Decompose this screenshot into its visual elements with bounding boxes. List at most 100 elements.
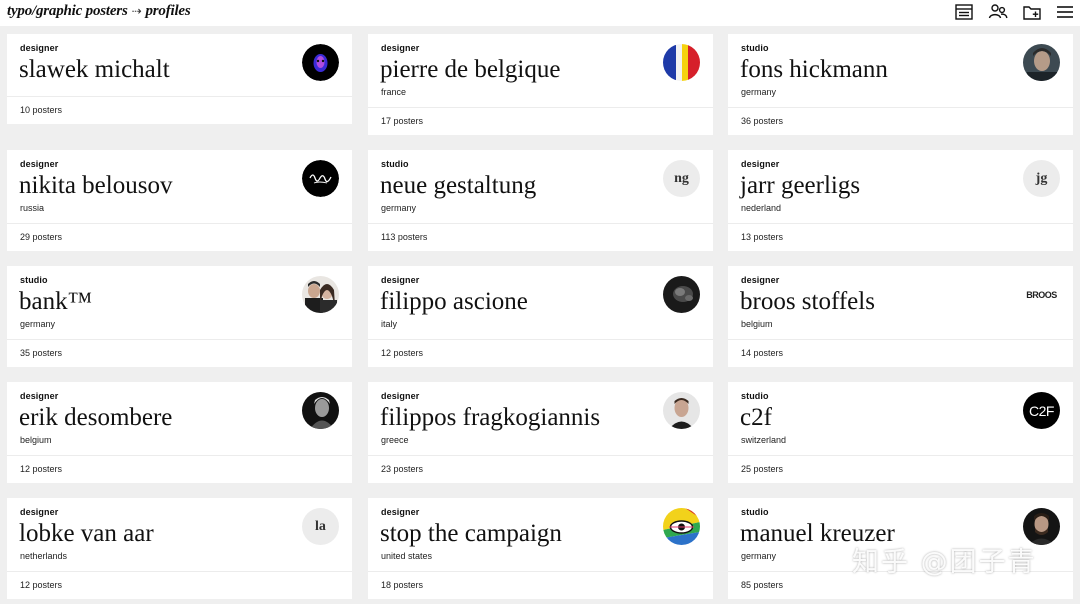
profile-country: germany <box>20 319 56 329</box>
profile-kind: designer <box>20 159 59 169</box>
profile-kind: designer <box>381 43 420 53</box>
avatar-initials: jg <box>1023 160 1060 197</box>
profile-country: greece <box>381 435 409 445</box>
profile-card[interactable]: designer lobke van aar netherlands 12 po… <box>7 498 352 599</box>
profile-country: germany <box>741 87 777 97</box>
profile-card[interactable]: studio c2f switzerland 25 posters C2F <box>728 382 1073 483</box>
profile-kind: designer <box>381 507 420 517</box>
profile-name[interactable]: lobke van aar <box>19 519 154 549</box>
profile-kind: designer <box>741 275 780 285</box>
profile-kind: designer <box>20 43 59 53</box>
profile-kind: designer <box>20 391 59 401</box>
profile-country: italy <box>381 319 398 329</box>
breadcrumb-separator-icon: ⇢ <box>131 4 142 18</box>
poster-count: 29 posters <box>20 232 63 242</box>
divider <box>728 107 1073 108</box>
profile-kind: studio <box>741 507 769 517</box>
new-folder-icon[interactable] <box>1022 2 1042 22</box>
divider <box>7 339 352 340</box>
poster-count: 23 posters <box>381 464 424 474</box>
dark-photo-icon <box>663 276 700 313</box>
divider <box>368 455 713 456</box>
avatar-initials: la <box>302 508 339 545</box>
avatar-initials: ng <box>663 160 700 197</box>
duo-portrait-icon <box>302 276 339 313</box>
profile-name[interactable]: neue gestaltung <box>380 171 536 201</box>
profile-name[interactable]: filippos fragkogiannis <box>380 403 600 433</box>
profile-country: germany <box>381 203 417 213</box>
divider <box>728 223 1073 224</box>
divider <box>368 339 713 340</box>
profile-name[interactable]: filippo ascione <box>380 287 528 317</box>
profile-name[interactable]: pierre de belgique <box>380 55 560 85</box>
breadcrumb-root[interactable]: typo/graphic posters <box>7 3 128 20</box>
avatar-wordmark: BROOS <box>1026 289 1057 300</box>
profiles-icon[interactable] <box>988 2 1008 22</box>
profile-card[interactable]: designer filippo ascione italy 12 poster… <box>368 266 713 367</box>
profile-name[interactable]: bank™ <box>19 287 92 317</box>
poster-count: 85 posters <box>741 580 784 590</box>
poster-count: 12 posters <box>20 464 63 474</box>
poster-count: 25 posters <box>741 464 784 474</box>
divider <box>728 455 1073 456</box>
profile-country: switzerland <box>741 435 787 445</box>
breadcrumb: typo/graphic posters ⇢ profiles <box>7 3 191 20</box>
menu-icon[interactable] <box>1055 2 1075 22</box>
profile-country: belgium <box>741 319 773 329</box>
profile-kind: studio <box>381 159 409 169</box>
profile-kind: designer <box>741 159 780 169</box>
profile-name[interactable]: erik desombere <box>19 403 172 433</box>
divider <box>368 571 713 572</box>
profile-card[interactable]: designer jarr geerligs nederland 13 post… <box>728 150 1073 251</box>
profile-card[interactable]: designer filippos fragkogiannis greece 2… <box>368 382 713 483</box>
divider <box>7 96 352 97</box>
poster-count: 36 posters <box>741 116 784 126</box>
profile-card[interactable]: designer broos stoffels belgium 14 poste… <box>728 266 1073 367</box>
profile-name[interactable]: nikita belousov <box>19 171 172 201</box>
divider <box>7 571 352 572</box>
profile-card[interactable]: studio neue gestaltung germany 113 poste… <box>368 150 713 251</box>
poster-count: 17 posters <box>381 116 424 126</box>
profile-card[interactable]: designer slawek michalt 10 posters <box>7 34 352 124</box>
profile-country: france <box>381 87 407 97</box>
profile-name[interactable]: fons hickmann <box>740 55 888 85</box>
profile-card[interactable]: designer erik desombere belgium 12 poste… <box>7 382 352 483</box>
profile-card[interactable]: designer stop the campaign united states… <box>368 498 713 599</box>
profile-name[interactable]: jarr geerligs <box>740 171 860 201</box>
list-view-icon[interactable] <box>954 2 974 22</box>
profile-name[interactable]: stop the campaign <box>380 519 562 549</box>
divider <box>7 223 352 224</box>
profile-name[interactable]: slawek michalt <box>19 55 170 85</box>
divider <box>368 107 713 108</box>
divider <box>7 455 352 456</box>
profile-card[interactable]: designer pierre de belgique france 17 po… <box>368 34 713 135</box>
signature-logo-icon <box>302 160 339 197</box>
poster-count: 35 posters <box>20 348 63 358</box>
poster-count: 113 posters <box>381 232 428 242</box>
profile-kind: studio <box>741 391 769 401</box>
poster-count: 14 posters <box>741 348 784 358</box>
bw-portrait-icon <box>302 392 339 429</box>
poster-count: 18 posters <box>381 580 424 590</box>
profile-name[interactable]: c2f <box>740 403 772 433</box>
poster-count: 10 posters <box>20 105 63 115</box>
profile-country: netherlands <box>20 551 68 561</box>
eye-logo-icon <box>663 508 700 545</box>
profile-country: united states <box>381 551 433 561</box>
divider <box>728 339 1073 340</box>
mask-face-icon <box>302 44 339 81</box>
poster-count: 12 posters <box>20 580 63 590</box>
flag-icon <box>663 44 700 81</box>
profile-kind: designer <box>381 275 420 285</box>
profile-name[interactable]: broos stoffels <box>740 287 875 317</box>
profile-country: nederland <box>741 203 782 213</box>
profile-card[interactable]: studio bank™ germany 35 posters <box>7 266 352 367</box>
divider <box>368 223 713 224</box>
profile-kind: designer <box>20 507 59 517</box>
breadcrumb-current: profiles <box>145 3 191 19</box>
profile-card[interactable]: designer nikita belousov russia 29 poste… <box>7 150 352 251</box>
profile-kind: studio <box>741 43 769 53</box>
poster-count: 12 posters <box>381 348 424 358</box>
profile-country: belgium <box>20 435 52 445</box>
profile-card[interactable]: studio fons hickmann germany 36 posters <box>728 34 1073 135</box>
